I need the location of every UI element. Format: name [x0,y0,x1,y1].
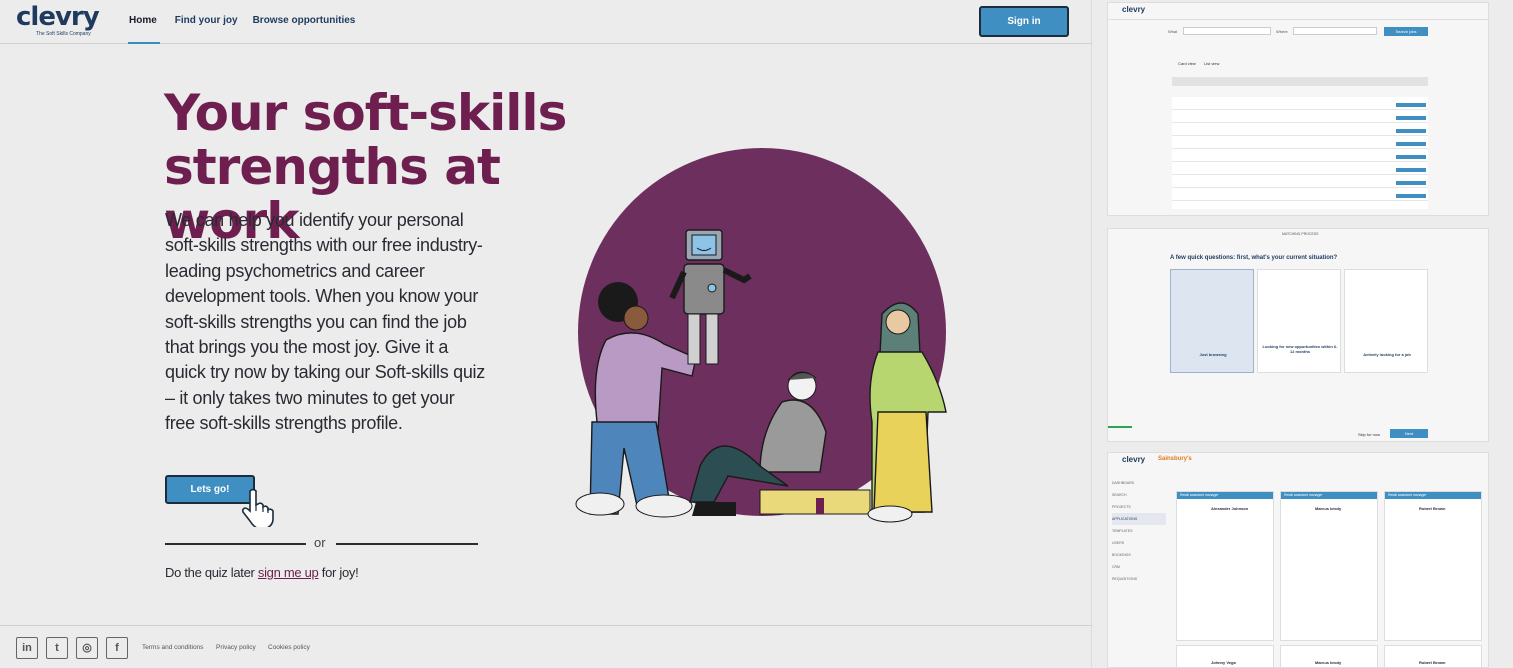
sidebar-item-bookings[interactable]: BOOKINGS [1112,549,1166,561]
hero-body: We can help you identify your personal s… [165,210,485,434]
main-nav: Home Find your joy Browse opportunities [128,0,370,44]
sign-in-button[interactable]: Sign in [979,6,1069,37]
card-view-toggle[interactable]: Card view [1178,61,1196,66]
browse-opportunities-preview: clevry What Where Search jobs Card view … [1107,2,1489,216]
candidate-card[interactable]: Marcus brody [1280,645,1378,667]
nav-browse-opportunities[interactable]: Browse opportunities [253,0,356,44]
pointer-hand-icon [241,488,274,527]
dashboard-logo: clevry [1122,455,1146,464]
where-input[interactable] [1293,27,1377,35]
candidate-name: Marcus brody [1315,506,1342,511]
sidebar-item-templates[interactable]: TEMPLATES [1112,525,1166,537]
card-title: Retail assistant manager [1385,492,1481,499]
sidebar-item-dashboard[interactable]: DASHBOARD [1112,477,1166,489]
quiz-question: A few quick questions: first, what's you… [1170,255,1338,261]
quiz-option-3[interactable]: Actively looking for a job [1344,269,1428,373]
what-input[interactable] [1183,27,1271,35]
apply-buttons-column[interactable] [1396,103,1426,207]
preview-header-line [1108,19,1488,20]
or-divider-left [165,543,306,545]
nav-home[interactable]: Home [128,0,160,44]
quiz-option-2-label: Looking for new opportunities within 6-1… [1262,344,1338,354]
candidate-name: Marcus brody [1315,660,1342,665]
or-divider-right [336,543,478,545]
later-prefix: Do the quiz later [165,565,258,580]
later-suffix: for joy! [318,565,359,580]
filter-row [1172,77,1428,86]
candidate-card[interactable]: Retail assistant manager Alexander Johns… [1176,491,1274,641]
list-view-toggle[interactable]: List view [1204,61,1219,66]
sidebar-item-applications[interactable]: APPLICATIONS [1112,513,1166,525]
sidebar-item-projects[interactable]: PROJECTS [1112,501,1166,513]
or-label: or [314,535,326,550]
sidebar-item-users[interactable]: USERS [1112,537,1166,549]
quiz-option-3-label: Actively looking for a job [1363,352,1411,357]
linkedin-icon[interactable]: in [16,637,38,659]
job-list-table [1172,97,1428,209]
card-title: Retail assistant manager [1281,492,1377,499]
sidebar-item-crm[interactable]: CRM [1112,561,1166,573]
facebook-icon[interactable]: f [106,637,128,659]
landing-page: clevry The Soft Skills Company Home Find… [0,0,1092,668]
clevry-logo[interactable]: clevry The Soft Skills Company [16,4,102,38]
sidebar-item-search[interactable]: SEARCH [1112,489,1166,501]
quiz-option-2[interactable]: Looking for new opportunities within 6-1… [1257,269,1341,373]
nav-find-your-joy[interactable]: Find your joy [175,0,238,44]
cookies-link[interactable]: Cookies policy [268,644,310,651]
candidate-card[interactable]: Robert Brown [1384,645,1482,667]
sign-me-up-link[interactable]: sign me up [258,565,319,580]
candidate-name: Alexander Johnson [1211,506,1249,511]
card-title: Retail assistant manager [1177,492,1273,499]
site-header: clevry The Soft Skills Company Home Find… [0,0,1092,44]
recruiter-dashboard-preview: clevry Sainsbury's DASHBOARD SEARCH PROJ… [1107,452,1489,668]
candidate-name: Johnny Vega [1211,660,1236,665]
quiz-option-1-label: Just browsing [1199,352,1227,357]
site-footer: in t ◎ f Terms and conditions Privacy po… [0,625,1092,668]
dashboard-sidebar: DASHBOARD SEARCH PROJECTS APPLICATIONS T… [1112,477,1166,617]
what-label: What [1168,29,1178,34]
twitter-icon[interactable]: t [46,637,68,659]
hero-illustration [575,148,947,523]
quiz-next-button[interactable]: Next [1390,429,1428,438]
skip-for-now-button[interactable]: Skip for now [1358,432,1380,437]
quiz-later-text: Do the quiz later sign me up for joy! [165,565,359,580]
quiz-preview: MATCHING PROCESS A few quick questions: … [1107,228,1489,442]
quiz-progress-bar [1108,426,1132,428]
candidate-name: Robert Brown [1419,660,1446,665]
candidate-name: Robert Brown [1419,506,1446,511]
instagram-icon[interactable]: ◎ [76,637,98,659]
search-jobs-button[interactable]: Search jobs [1384,27,1428,36]
preview-logo: clevry [1122,5,1146,14]
quiz-small-heading: MATCHING PROCESS [1282,232,1319,236]
sainsburys-brand: Sainsbury's [1158,456,1192,462]
quiz-option-1[interactable]: Just browsing [1170,269,1254,373]
candidate-card[interactable]: Retail assistant manager Marcus brody [1280,491,1378,641]
privacy-link[interactable]: Privacy policy [216,644,256,651]
candidate-card[interactable]: Johnny Vega [1176,645,1274,667]
candidate-card[interactable]: Retail assistant manager Robert Brown [1384,491,1482,641]
where-label: Where [1276,29,1288,34]
terms-link[interactable]: Terms and conditions [142,644,203,651]
logo-word: clevry [16,2,100,32]
sidebar-item-requisitions[interactable]: REQUISITIONS [1112,573,1166,585]
